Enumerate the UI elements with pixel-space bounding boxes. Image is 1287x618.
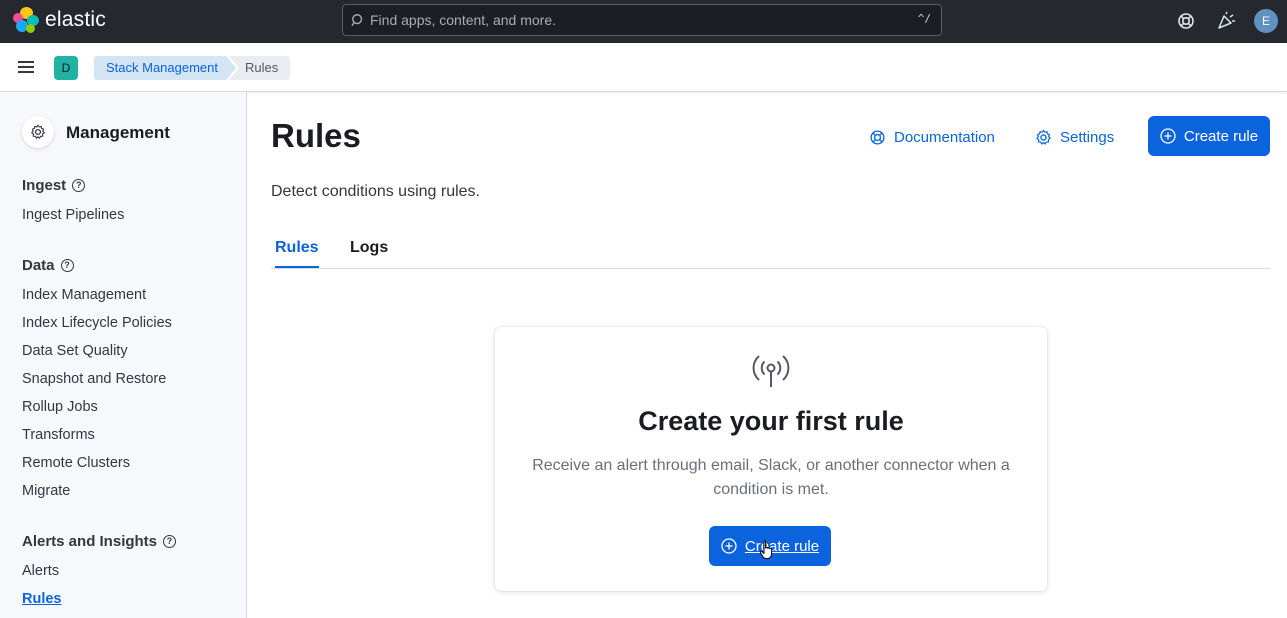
sidebar-item-remote-clusters[interactable]: Remote Clusters: [22, 455, 130, 471]
pointer-cursor-icon: [759, 540, 773, 559]
news-cheer-icon[interactable]: [1216, 11, 1236, 31]
plus-in-circle-icon: [721, 538, 737, 554]
section-title: Alerts and Insights: [22, 533, 158, 550]
elastic-logo-icon: [13, 7, 39, 33]
sidebar-item-alerts[interactable]: Alerts: [22, 563, 59, 579]
search-icon: [351, 14, 363, 27]
logo-text: elastic: [45, 8, 106, 31]
sidebar-item-rules[interactable]: Rules: [22, 591, 62, 607]
breadcrumb-stack-management[interactable]: Stack Management: [94, 56, 236, 80]
create-first-rule-label: Create rule: [744, 537, 820, 555]
top-header: elastic Find apps, content, and more. ^/…: [0, 0, 1287, 43]
documentation-link[interactable]: Documentation: [869, 125, 995, 149]
breadcrumb-bar: D Stack Management Rules: [0, 43, 1287, 92]
sidebar-item-index-management[interactable]: Index Management: [22, 287, 146, 303]
global-search-input[interactable]: Find apps, content, and more. ^/: [342, 4, 942, 36]
create-rule-button[interactable]: Create rule: [1148, 116, 1270, 156]
sidebar-item-migrate[interactable]: Migrate: [22, 483, 70, 499]
menu-icon[interactable]: [18, 60, 34, 74]
sidebar-section-data: Data ?: [22, 257, 74, 274]
elastic-logo[interactable]: elastic: [13, 7, 106, 33]
tab-bar: Rules Logs: [271, 230, 1270, 269]
management-icon-wrapper: [22, 116, 54, 148]
sidebar-section-ingest: Ingest ?: [22, 177, 86, 194]
section-title: Ingest: [22, 177, 67, 194]
sidebar-item-index-lifecycle-policies[interactable]: Index Lifecycle Policies: [22, 315, 172, 331]
sidebar-item-ingest-pipelines[interactable]: Ingest Pipelines: [22, 207, 124, 223]
sidebar-section-alerts-and-insights: Alerts and Insights ?: [22, 533, 177, 550]
create-rule-label: Create rule: [1183, 127, 1259, 145]
breadcrumb-rules: Rules: [229, 56, 291, 80]
sidebar-item-data-set-quality[interactable]: Data Set Quality: [22, 343, 128, 359]
empty-prompt-title: Create your first rule: [638, 406, 904, 436]
plus-in-circle-icon: [1160, 128, 1176, 144]
question-icon[interactable]: ?: [60, 259, 74, 272]
page-title: Rules: [271, 117, 361, 154]
sidebar-title: Management: [66, 123, 170, 142]
section-title: Data: [22, 257, 55, 274]
search-placeholder: Find apps, content, and more.: [370, 12, 556, 28]
empty-prompt-body: Receive an alert through email, Slack, o…: [532, 457, 1010, 498]
settings-button[interactable]: Settings: [1035, 125, 1114, 149]
documentation-label: Documentation: [894, 128, 995, 146]
sidebar-item-snapshot-and-restore[interactable]: Snapshot and Restore: [22, 371, 166, 387]
help-lifebuoy-icon[interactable]: [1176, 11, 1196, 31]
page-description: Detect conditions using rules.: [271, 183, 480, 200]
question-icon[interactable]: ?: [163, 535, 177, 548]
settings-label: Settings: [1060, 128, 1115, 146]
question-icon[interactable]: ?: [72, 179, 86, 192]
broadcast-icon: [752, 355, 790, 387]
gear-icon: [1036, 129, 1051, 145]
help-lifebuoy-icon: [870, 129, 885, 145]
management-sidebar: Management Ingest ? Ingest Pipelines Dat…: [0, 92, 247, 618]
gear-icon: [31, 124, 45, 139]
user-avatar[interactable]: E: [1254, 9, 1278, 33]
space-avatar[interactable]: D: [54, 56, 78, 80]
sidebar-item-rollup-jobs[interactable]: Rollup Jobs: [22, 399, 98, 415]
tab-logs[interactable]: Logs: [350, 239, 388, 257]
tab-rules[interactable]: Rules: [275, 239, 319, 268]
search-shortcut: ^/: [917, 12, 931, 25]
sidebar-item-transforms[interactable]: Transforms: [22, 427, 95, 443]
